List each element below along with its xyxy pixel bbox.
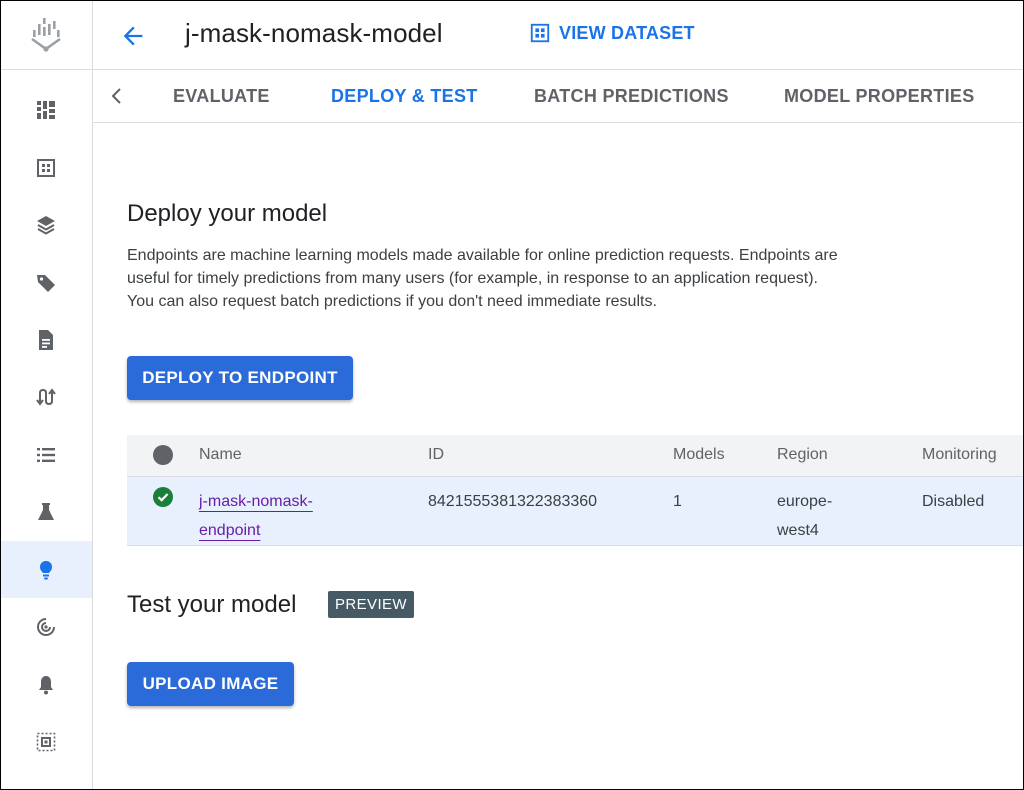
- window-border: [0, 0, 1024, 790]
